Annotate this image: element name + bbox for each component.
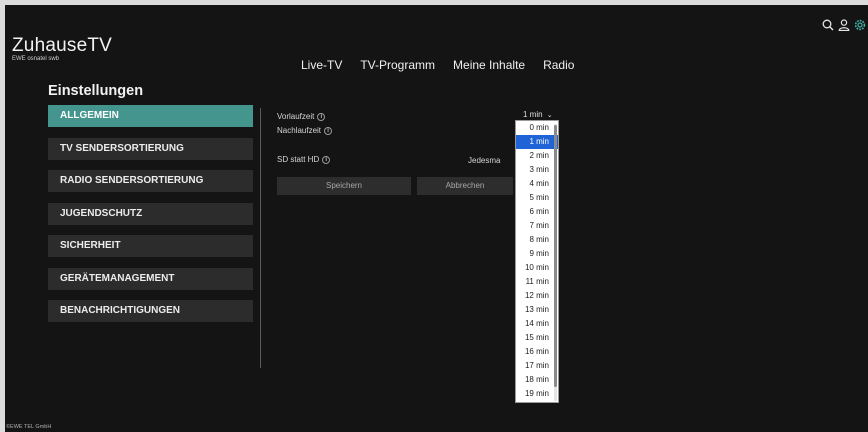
dropdown-option[interactable]: 17 min bbox=[516, 359, 558, 373]
dropdown-option[interactable]: 6 min bbox=[516, 205, 558, 219]
dropdown-option[interactable]: 3 min bbox=[516, 163, 558, 177]
dropdown-option[interactable]: 12 min bbox=[516, 289, 558, 303]
page-title: Einstellungen bbox=[48, 83, 144, 99]
sidebar-item-geraetemanagement[interactable]: GERÄTEMANAGEMENT bbox=[48, 267, 253, 290]
sd-label: SD statt HD bbox=[277, 155, 320, 164]
logo[interactable]: ZuhauseTV EWE osnatel swb bbox=[12, 35, 112, 62]
sidebar-item-allgemein[interactable]: ALLGEMEIN bbox=[48, 105, 253, 127]
vorlaufzeit-label: Vorlaufzeit bbox=[277, 112, 315, 121]
dropdown-option[interactable]: 14 min bbox=[516, 317, 558, 331]
dropdown-option[interactable]: 7 min bbox=[516, 219, 558, 233]
info-icon[interactable]: i bbox=[317, 112, 326, 121]
chevron-down-icon: ⌄ bbox=[546, 112, 553, 119]
sidebar-item-radio-sendersortierung[interactable]: RADIO SENDERSORTIERUNG bbox=[48, 170, 253, 192]
dropdown-option[interactable]: 16 min bbox=[516, 345, 558, 359]
vorlaufzeit-value: 1 min bbox=[523, 110, 543, 119]
dropdown-option[interactable]: 19 min bbox=[516, 387, 558, 401]
main-nav: Live-TV TV-Programm Meine Inhalte Radio bbox=[301, 58, 592, 72]
nav-meine-inhalte[interactable]: Meine Inhalte bbox=[453, 58, 525, 72]
sidebar-item-tv-sendersortierung[interactable]: TV SENDERSORTIERUNG bbox=[48, 137, 253, 160]
dropdown-option[interactable]: 9 min bbox=[516, 247, 558, 261]
dropdown-option[interactable]: 1 min bbox=[516, 135, 558, 149]
nachlaufzeit-label: Nachlaufzeit bbox=[277, 126, 322, 135]
search-icon[interactable] bbox=[822, 19, 834, 31]
nachlaufzeit-row: Nachlaufzeit i bbox=[277, 126, 333, 135]
dropdown-option[interactable]: 10 min bbox=[516, 261, 558, 275]
dropdown-option[interactable]: 15 min bbox=[516, 331, 558, 345]
scrollbar-thumb[interactable] bbox=[554, 125, 557, 387]
dropdown-option[interactable]: 2 min bbox=[516, 149, 558, 163]
info-icon[interactable]: i bbox=[322, 155, 331, 164]
minutes-dropdown-list[interactable]: 0 min 1 min 2 min 3 min 4 min 5 min 6 min 7 min… bbox=[515, 120, 559, 403]
dropdown-option[interactable]: 11 min bbox=[516, 275, 558, 289]
sidebar-item-benachrichtigungen[interactable]: BENACHRICHTIGUNGEN bbox=[48, 300, 253, 322]
footer-copyright: ©EWE TEL GmbH bbox=[6, 424, 52, 430]
dropdown-option[interactable]: 0 min bbox=[516, 121, 558, 135]
logo-text: ZuhauseTV bbox=[12, 35, 113, 56]
nav-live-tv[interactable]: Live-TV bbox=[301, 58, 342, 72]
nav-tv-programm[interactable]: TV-Programm bbox=[360, 58, 435, 72]
gear-icon[interactable] bbox=[854, 19, 866, 31]
dropdown-option[interactable]: 5 min bbox=[516, 191, 558, 205]
user-icon[interactable] bbox=[838, 19, 850, 31]
dropdown-option[interactable]: 4 min bbox=[516, 177, 558, 191]
dropdown-option[interactable]: 8 min bbox=[516, 233, 558, 247]
vorlaufzeit-select[interactable]: 1 min ⌄ bbox=[523, 110, 553, 119]
dropdown-option[interactable]: 18 min bbox=[516, 373, 558, 387]
sidebar-item-sicherheit[interactable]: SICHERHEIT bbox=[48, 235, 253, 257]
sd-row: SD statt HD i bbox=[277, 155, 331, 164]
nav-radio[interactable]: Radio bbox=[543, 58, 574, 72]
divider bbox=[260, 108, 261, 368]
app-frame: ZuhauseTV EWE osnatel swb Live-TV TV-Pro… bbox=[5, 5, 868, 432]
settings-sidebar: ALLGEMEIN TV SENDERSORTIERUNG RADIO SEND… bbox=[48, 105, 253, 333]
sd-select[interactable]: Jedesma bbox=[468, 156, 500, 165]
sidebar-item-jugendschutz[interactable]: JUGENDSCHUTZ bbox=[48, 202, 253, 225]
save-button[interactable]: Speichern bbox=[277, 177, 411, 195]
cancel-button[interactable]: Abbrechen bbox=[417, 177, 513, 195]
vorlaufzeit-row: Vorlaufzeit i bbox=[277, 112, 326, 121]
top-icons bbox=[822, 19, 866, 31]
info-icon[interactable]: i bbox=[324, 126, 333, 135]
dropdown-option[interactable]: 13 min bbox=[516, 303, 558, 317]
